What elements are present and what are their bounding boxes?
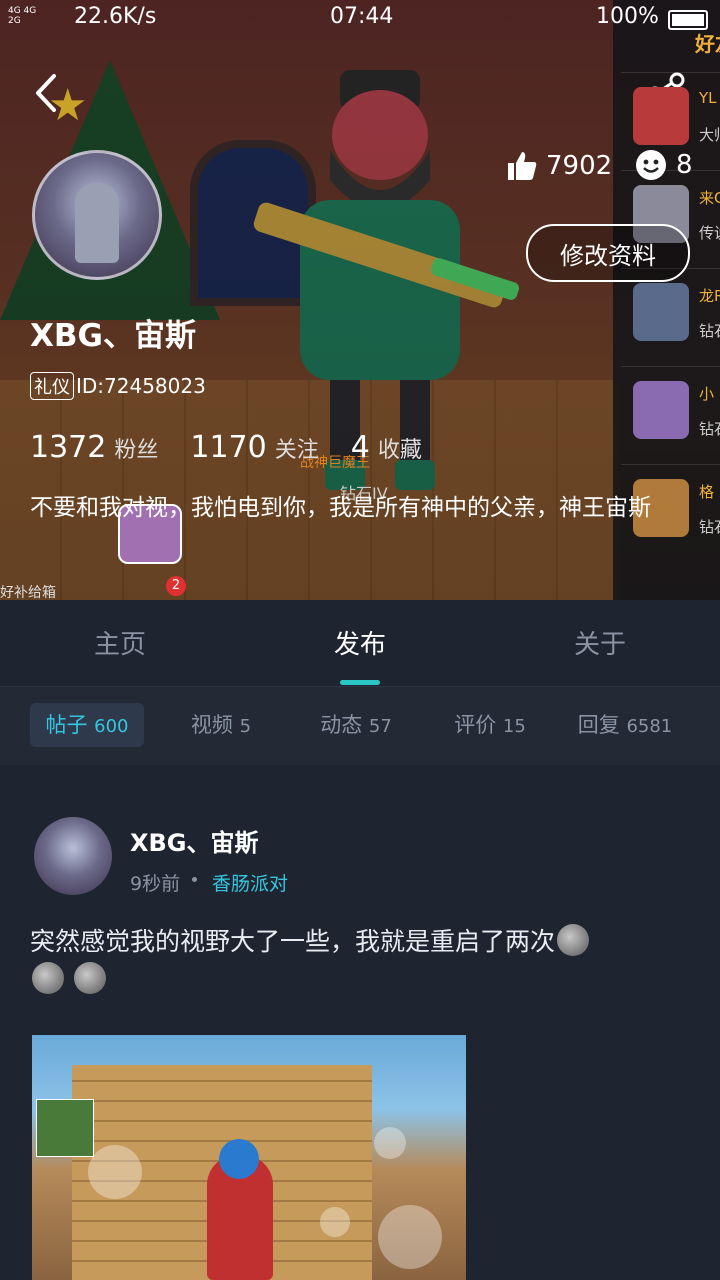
subtab-count: 6581	[626, 716, 673, 737]
main-tabs: 主页 发布 关于	[0, 600, 720, 687]
subtab-label: 视频	[190, 713, 233, 737]
friend-name: 来C	[699, 189, 720, 207]
thumbs-up-icon	[508, 152, 537, 180]
friend-item[interactable]: 小 钻石	[621, 366, 720, 457]
joystick-icon	[88, 1145, 142, 1199]
friend-name: 龙R	[699, 287, 720, 305]
etiquette-badge: 礼仪	[30, 372, 74, 400]
subtab-replies[interactable]: 回复 6581	[570, 703, 680, 747]
post-filter-tabs: 帖子 600 视频 5 动态 57 评价 15 回复 6581	[0, 687, 720, 765]
friend-rank: 大帅	[699, 126, 720, 144]
subtab-count: 57	[368, 716, 392, 737]
separator-dot	[192, 877, 197, 882]
friend-avatar	[633, 381, 689, 439]
post-game-link[interactable]: 香肠派对	[212, 869, 288, 896]
post-image[interactable]	[32, 1035, 466, 1280]
favorites-count[interactable]: 4	[351, 430, 370, 465]
moon-emoji-icon	[73, 962, 106, 994]
friend-rank: 钻石	[699, 322, 720, 340]
subtab-activity[interactable]: 动态 57	[306, 703, 406, 747]
smile-icon	[636, 150, 666, 180]
friend-rank: 钻石	[699, 518, 720, 536]
subtab-count: 5	[239, 716, 252, 737]
friend-rank: 钻石	[699, 420, 720, 438]
friend-avatar	[633, 283, 689, 341]
avatar[interactable]	[32, 150, 162, 280]
back-icon[interactable]	[28, 70, 68, 116]
likes-count: 7902	[546, 151, 613, 181]
subtab-posts[interactable]: 帖子 600	[30, 703, 144, 747]
tab-home[interactable]: 主页	[0, 624, 240, 661]
post-text: 突然感觉我的视野大了一些，我就是重启了两次	[30, 923, 690, 999]
post-time: 9秒前	[130, 873, 181, 895]
avatar-figure	[75, 183, 119, 263]
aim-button-icon	[374, 1127, 406, 1159]
smiles-count: 8	[676, 150, 693, 180]
post-author-name[interactable]: XBG、宙斯	[130, 823, 259, 858]
following-count[interactable]: 1170	[190, 430, 266, 465]
subtab-count: 15	[502, 716, 526, 737]
user-id: ID:72458023	[76, 374, 206, 398]
user-bio: 不要和我对视，我怕电到你，我是所有神中的父亲，神王宙斯	[30, 495, 651, 521]
player-character	[207, 1139, 273, 1280]
friend-name: 格	[699, 483, 715, 501]
tab-about[interactable]: 关于	[480, 624, 720, 661]
user-id-row: 礼仪 ID:72458023	[30, 372, 206, 400]
fire-button-icon	[378, 1205, 442, 1269]
action-button-icon	[320, 1207, 350, 1237]
network-indicator: 4G 4G 2G	[8, 6, 37, 26]
edit-profile-button[interactable]: 修改资料	[526, 224, 690, 282]
minimap	[36, 1099, 94, 1157]
moon-emoji-icon	[32, 962, 64, 994]
subtab-reviews[interactable]: 评价 15	[440, 703, 540, 747]
subtab-videos[interactable]: 视频 5	[176, 703, 266, 747]
subtab-label: 评价	[454, 713, 497, 737]
friend-avatar	[633, 87, 689, 145]
active-tab-indicator	[340, 680, 380, 685]
post-author-avatar[interactable]	[34, 817, 112, 895]
friend-name: YL	[699, 89, 717, 107]
moon-emoji-icon	[557, 924, 590, 956]
following-label[interactable]: 关注	[275, 432, 319, 464]
smiles-counter[interactable]: 8	[636, 150, 693, 180]
likes-counter[interactable]: 7902	[506, 150, 612, 182]
profile-stats: 1372 粉丝 1170 关注 4 收藏	[30, 430, 454, 465]
subtab-label: 回复	[577, 713, 620, 737]
status-bar: 4G 4G 2G 22.6K/s 07:44 100%	[0, 0, 720, 36]
battery-icon	[668, 10, 708, 30]
battery-percent: 100%	[596, 4, 659, 29]
supply-box-text: 好补给箱	[0, 585, 56, 601]
subtab-label: 帖子	[45, 713, 88, 737]
network-speed: 22.6K/s	[74, 4, 157, 29]
subtab-label: 动态	[320, 713, 363, 737]
subtab-count: 600	[94, 716, 129, 737]
followers-label[interactable]: 粉丝	[114, 432, 158, 464]
friend-rank: 传说	[699, 224, 720, 242]
tab-posts[interactable]: 发布	[240, 624, 480, 661]
username: XBG、宙斯	[30, 318, 196, 354]
clock: 07:44	[330, 4, 394, 29]
post-card[interactable]: XBG、宙斯 9秒前 香肠派对 突然感觉我的视野大了一些，我就是重启了两次	[0, 765, 720, 1280]
friend-name: 小	[699, 385, 715, 403]
followers-count[interactable]: 1372	[30, 430, 106, 465]
notification-badge: 2	[166, 576, 186, 596]
post-text-content: 突然感觉我的视野大了一些，我就是重启了两次	[30, 927, 556, 956]
favorites-label[interactable]: 收藏	[378, 432, 422, 464]
